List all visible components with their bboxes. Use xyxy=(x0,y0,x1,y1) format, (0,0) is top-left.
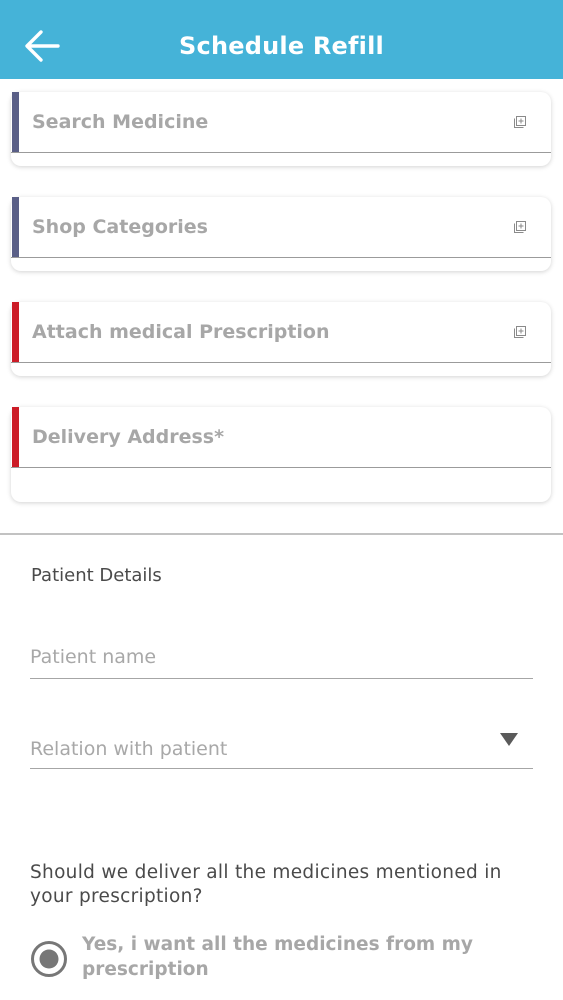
section-divider xyxy=(0,533,563,535)
delivery-address-label: Delivery Address* xyxy=(32,426,225,448)
attach-prescription-card: Attach medical Prescription xyxy=(11,302,551,376)
patient-name-input[interactable] xyxy=(30,640,533,679)
add-box-icon xyxy=(514,221,526,233)
add-box-icon xyxy=(514,326,526,338)
radio-selected-icon xyxy=(31,941,67,977)
page-title: Schedule Refill xyxy=(179,32,384,60)
shop-categories-card: Shop Categories xyxy=(11,197,551,271)
accent-bar xyxy=(12,92,19,152)
search-medicine-label: Search Medicine xyxy=(32,111,209,133)
search-medicine-card: Search Medicine xyxy=(11,92,551,166)
accent-bar xyxy=(12,197,19,257)
patient-details-heading: Patient Details xyxy=(31,565,162,586)
accent-bar xyxy=(12,302,19,362)
relation-select[interactable]: Relation with patient xyxy=(30,730,533,769)
delivery-address-card: Delivery Address* xyxy=(11,407,551,502)
relation-select-label: Relation with patient xyxy=(30,738,228,760)
triangle-down-icon xyxy=(500,733,518,746)
all-medicines-label[interactable]: Yes, i want all the medicines from my pr… xyxy=(82,932,542,982)
delivery-address-field[interactable]: Delivery Address* xyxy=(11,407,551,468)
attach-prescription-field[interactable]: Attach medical Prescription xyxy=(11,302,551,363)
delivery-question: Should we deliver all the medicines ment… xyxy=(30,862,502,907)
all-medicines-radio[interactable] xyxy=(30,940,68,978)
shop-categories-field[interactable]: Shop Categories xyxy=(11,197,551,258)
accent-bar xyxy=(12,407,19,467)
add-box-icon xyxy=(514,116,526,128)
attach-prescription-label: Attach medical Prescription xyxy=(32,321,330,343)
search-medicine-field[interactable]: Search Medicine xyxy=(11,92,551,153)
app-header: Schedule Refill xyxy=(0,0,563,79)
shop-categories-label: Shop Categories xyxy=(32,216,208,238)
schedule-refill-screen: Schedule Refill Search Medicine Shop Cat… xyxy=(0,0,563,1000)
